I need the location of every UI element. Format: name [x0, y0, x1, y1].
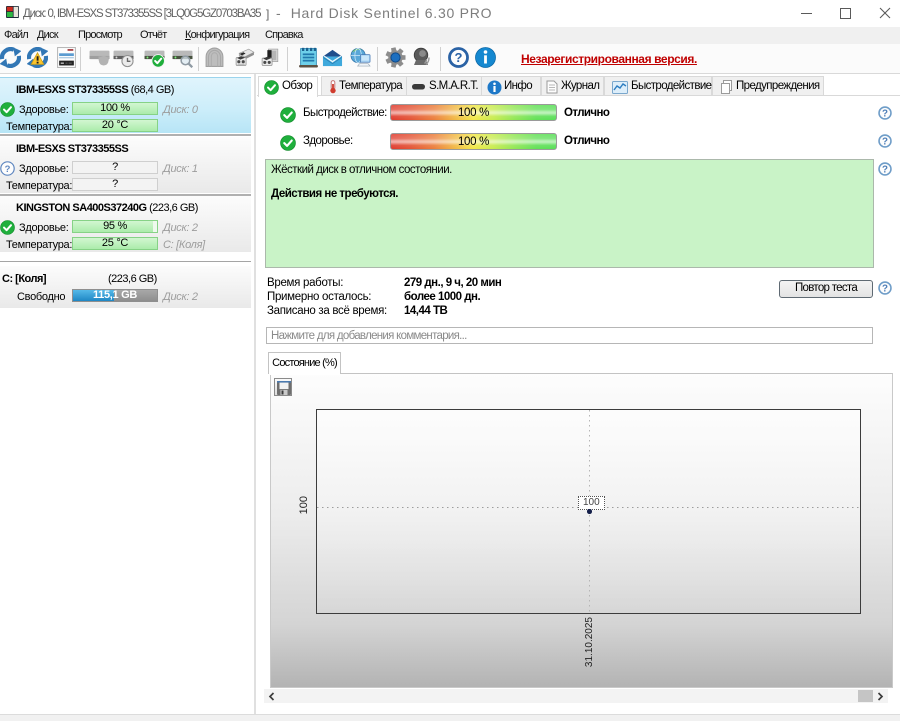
svg-text:?: ?: [882, 283, 888, 294]
svg-text:?: ?: [454, 50, 462, 65]
svg-text:?: ?: [5, 164, 11, 175]
svg-text:?: ?: [882, 108, 888, 119]
svg-text:?: ?: [882, 136, 888, 147]
svg-text:?: ?: [882, 164, 888, 175]
